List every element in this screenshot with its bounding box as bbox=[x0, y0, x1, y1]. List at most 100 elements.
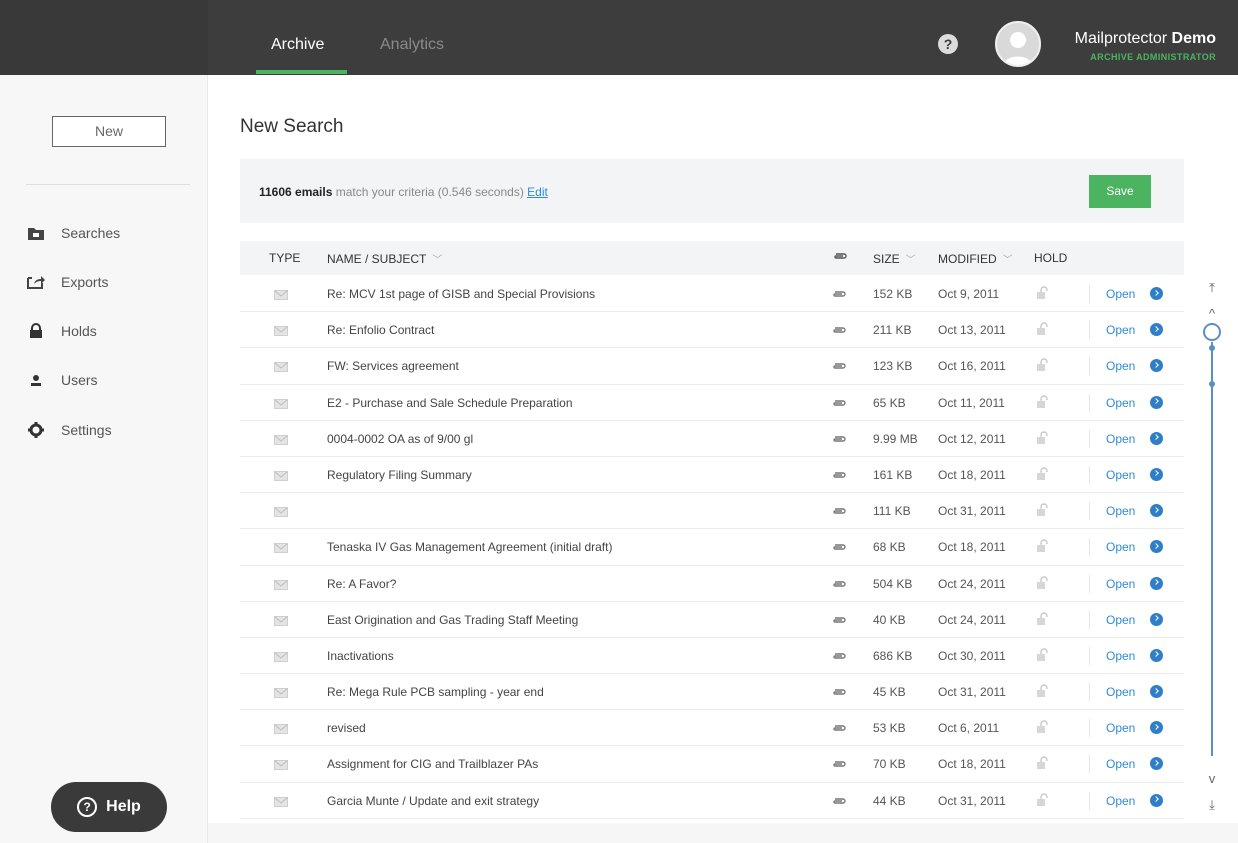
table-row[interactable]: 0004-0002 OA as of 9/00 gl 9.99 MB Oct 12,… bbox=[240, 421, 1184, 457]
avatar[interactable] bbox=[995, 21, 1041, 67]
sidebar-item-searches[interactable]: Searches bbox=[26, 223, 120, 243]
chevron-right-icon[interactable] bbox=[1150, 648, 1163, 662]
email-subject[interactable]: Garcia Munte / Update and exit strategy bbox=[327, 794, 539, 808]
save-button[interactable]: Save bbox=[1089, 175, 1151, 208]
chevron-right-icon[interactable] bbox=[1150, 287, 1163, 300]
table-row[interactable]: 111 KB Oct 31, 2011 Open bbox=[240, 493, 1184, 530]
open-link[interactable]: Open bbox=[1106, 468, 1135, 482]
open-link[interactable]: Open bbox=[1106, 359, 1135, 373]
open-link[interactable]: Open bbox=[1106, 721, 1135, 735]
table-row[interactable]: Re: Enfolio Contract 211 KB Oct 13, 2011 Op… bbox=[240, 312, 1184, 349]
unlocked-icon[interactable] bbox=[1036, 431, 1048, 448]
email-subject[interactable]: Regulatory Filing Summary bbox=[327, 468, 472, 482]
scroll-up-button[interactable]: ^ bbox=[1201, 306, 1223, 324]
email-subject[interactable]: Inactivations bbox=[327, 649, 394, 663]
email-subject[interactable]: Re: MCV 1st page of GISB and Special Pro… bbox=[327, 287, 595, 301]
scroll-to-top-button[interactable]: ⤒ bbox=[1201, 280, 1223, 298]
help-icon[interactable]: ? bbox=[938, 34, 958, 54]
table-row[interactable]: East Origination and Gas Trading Staff M… bbox=[240, 602, 1184, 638]
table-row[interactable]: Tenaska IV Gas Management Agreement (ini… bbox=[240, 529, 1184, 566]
table-row[interactable]: Re: A Favor? 504 KB Oct 24, 2011 Open bbox=[240, 566, 1184, 602]
open-link[interactable]: Open bbox=[1106, 323, 1135, 337]
chevron-right-icon[interactable] bbox=[1150, 793, 1163, 807]
email-subject[interactable]: E2 - Purchase and Sale Schedule Preparat… bbox=[327, 396, 573, 410]
unlocked-icon[interactable] bbox=[1036, 648, 1048, 665]
unlocked-icon[interactable] bbox=[1036, 612, 1048, 629]
email-subject[interactable]: Re: Mega Rule PCB sampling - year end bbox=[327, 685, 544, 699]
table-row[interactable]: Re: MCV 1st page of GISB and Special Pro… bbox=[240, 276, 1184, 313]
unlocked-icon[interactable] bbox=[1036, 394, 1048, 412]
chevron-right-icon[interactable] bbox=[1150, 323, 1163, 337]
email-subject[interactable]: revised bbox=[327, 721, 366, 735]
chevron-right-icon[interactable] bbox=[1150, 467, 1163, 481]
unlocked-icon[interactable] bbox=[1036, 720, 1048, 737]
table-row[interactable]: revised 53 KB Oct 6, 2011 Open bbox=[240, 710, 1184, 747]
open-link[interactable]: Open bbox=[1106, 504, 1135, 518]
column-modified[interactable]: MODIFIED ﹀ bbox=[938, 251, 1013, 266]
open-link[interactable]: Open bbox=[1106, 396, 1135, 410]
chevron-right-icon[interactable] bbox=[1150, 757, 1163, 771]
unlocked-icon[interactable] bbox=[1036, 575, 1048, 593]
help-button[interactable]: ? Help bbox=[51, 782, 167, 832]
email-subject[interactable]: Assignment for CIG and Trailblazer PAs bbox=[327, 757, 538, 771]
column-separator bbox=[1089, 610, 1090, 629]
tab-archive[interactable]: Archive bbox=[271, 36, 324, 54]
unlocked-icon[interactable] bbox=[1036, 286, 1048, 303]
unlocked-icon[interactable] bbox=[1036, 358, 1048, 375]
chevron-right-icon[interactable] bbox=[1150, 685, 1163, 699]
chevron-right-icon[interactable] bbox=[1150, 504, 1163, 518]
open-link[interactable]: Open bbox=[1106, 757, 1135, 771]
paperclip-icon bbox=[832, 360, 846, 374]
scroll-thumb[interactable] bbox=[1203, 323, 1221, 341]
open-link[interactable]: Open bbox=[1106, 685, 1135, 699]
unlocked-icon[interactable] bbox=[1036, 467, 1048, 484]
open-link[interactable]: Open bbox=[1106, 540, 1135, 554]
table-row[interactable]: Regulatory Filing Summary 161 KB Oct 18, 2… bbox=[240, 457, 1184, 494]
chevron-right-icon[interactable] bbox=[1150, 721, 1163, 735]
sidebar-item-settings[interactable]: Settings bbox=[26, 420, 112, 440]
scroll-to-bottom-button[interactable]: ⤓ bbox=[1201, 797, 1223, 815]
email-subject[interactable]: Tenaska IV Gas Management Agreement (ini… bbox=[327, 540, 612, 554]
table-row[interactable]: E2 - Purchase and Sale Schedule Preparat… bbox=[240, 385, 1184, 421]
user-name[interactable]: Mailprotector Demo bbox=[1075, 30, 1216, 48]
column-name-subject[interactable]: NAME / SUBJECT ﹀ bbox=[327, 251, 442, 266]
open-link[interactable]: Open bbox=[1106, 577, 1135, 591]
sidebar-item-users[interactable]: Users bbox=[26, 370, 98, 390]
table-row[interactable]: Assignment for CIG and Trailblazer PAs 70… bbox=[240, 746, 1184, 783]
chevron-right-icon[interactable] bbox=[1150, 612, 1163, 626]
chevron-right-icon[interactable] bbox=[1150, 359, 1163, 373]
column-size[interactable]: SIZE ﹀ bbox=[873, 251, 916, 266]
sidebar-item-exports[interactable]: Exports bbox=[26, 272, 108, 292]
new-search-button[interactable]: New bbox=[52, 116, 166, 147]
unlocked-icon[interactable] bbox=[1036, 322, 1048, 339]
email-subject[interactable]: Re: Enfolio Contract bbox=[327, 323, 434, 337]
unlocked-icon[interactable] bbox=[1036, 539, 1048, 556]
unlocked-icon[interactable] bbox=[1036, 793, 1048, 810]
chevron-right-icon[interactable] bbox=[1150, 576, 1163, 590]
scroll-down-button[interactable]: v bbox=[1201, 771, 1223, 789]
column-attachment[interactable] bbox=[833, 250, 847, 264]
table-row[interactable]: Re: Mega Rule PCB sampling - year end 45 … bbox=[240, 674, 1184, 711]
unlocked-icon[interactable] bbox=[1036, 684, 1048, 701]
table-row[interactable]: Garcia Munte / Update and exit strategy 4… bbox=[240, 783, 1184, 819]
edit-criteria-link[interactable]: Edit bbox=[527, 185, 548, 199]
unlocked-icon[interactable] bbox=[1036, 503, 1048, 520]
email-subject[interactable]: FW: Services agreement bbox=[327, 359, 459, 373]
chevron-right-icon[interactable] bbox=[1150, 395, 1163, 409]
sidebar-item-holds[interactable]: Holds bbox=[26, 321, 97, 341]
open-link[interactable]: Open bbox=[1106, 432, 1135, 446]
scroll-track[interactable] bbox=[1211, 342, 1213, 756]
chevron-right-icon[interactable] bbox=[1150, 431, 1163, 445]
email-subject[interactable]: Re: A Favor? bbox=[327, 577, 396, 591]
email-subject[interactable]: 0004-0002 OA as of 9/00 gl bbox=[327, 432, 473, 446]
email-subject[interactable]: East Origination and Gas Trading Staff M… bbox=[327, 613, 578, 627]
chevron-right-icon[interactable] bbox=[1150, 540, 1163, 554]
table-row[interactable]: Inactivations 686 KB Oct 30, 2011 Open bbox=[240, 638, 1184, 675]
open-link[interactable]: Open bbox=[1106, 794, 1135, 808]
open-link[interactable]: Open bbox=[1106, 287, 1135, 301]
table-row[interactable]: FW: Services agreement 123 KB Oct 16, 2011… bbox=[240, 348, 1184, 385]
open-link[interactable]: Open bbox=[1106, 613, 1135, 627]
open-link[interactable]: Open bbox=[1106, 649, 1135, 663]
unlocked-icon[interactable] bbox=[1036, 756, 1048, 773]
tab-analytics[interactable]: Analytics bbox=[380, 36, 444, 54]
